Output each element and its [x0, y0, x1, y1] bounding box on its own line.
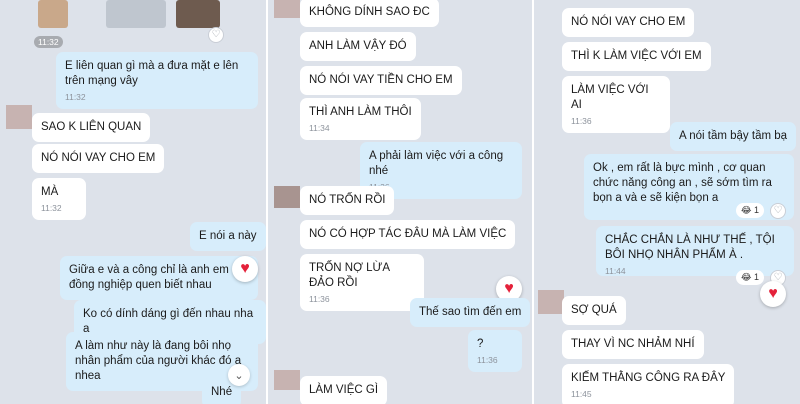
- message-text: Ko có dính dáng gì đến nhau nha a: [83, 308, 254, 335]
- message-bubble-outgoing[interactable]: A nói tầm bậy tầm bạ: [670, 122, 797, 151]
- photo-thumbnail[interactable]: [106, 0, 166, 28]
- message-text: Nhé: [211, 386, 233, 398]
- heart-reaction-icon[interactable]: ♥: [232, 256, 258, 282]
- message-bubble-incoming[interactable]: KIẾM THẰNG CÔNG RA ĐÂY 11:45: [562, 364, 735, 404]
- message-bubble-incoming[interactable]: THAY VÌ NC NHẢM NHÍ: [562, 330, 704, 359]
- avatar[interactable]: [274, 186, 300, 208]
- message-text: Thế sao tìm đến em: [419, 306, 522, 318]
- heart-glyph: ♥: [768, 285, 778, 302]
- message-time: 11:36: [571, 116, 592, 126]
- message-text: SỢ QUÁ: [571, 304, 617, 316]
- message-bubble-incoming[interactable]: THÌ K LÀM VIỆC VỚI EM: [562, 42, 711, 71]
- scroll-down-chevron-icon[interactable]: ⌄: [228, 364, 250, 386]
- chat-panel-1: 11:32 ♡ E liên quan gì mà a đưa mặt e lê…: [0, 0, 266, 404]
- avatar[interactable]: [538, 290, 564, 314]
- message-text: KHÔNG DÍNH SAO ĐC: [309, 6, 430, 18]
- message-bubble-outgoing[interactable]: E liên quan gì mà a đưa mặt e lên trên m…: [56, 52, 258, 109]
- message-text: A phải làm việc với a công nhé: [369, 150, 504, 177]
- message-text: NÓ NÓI VAY TIỀN CHO EM: [309, 74, 453, 86]
- message-time: 11:34: [309, 123, 330, 133]
- message-bubble-outgoing[interactable]: CHẮC CHẮN LÀ NHƯ THẾ , TỘI BÔI NHỌ NHÂN …: [596, 226, 794, 276]
- message-bubble-incoming[interactable]: LÀM VIỆC VỚI AI 11:36: [562, 76, 670, 133]
- message-time: 11:36: [309, 294, 330, 304]
- message-text: ANH LÀM VẬY ĐÓ: [309, 40, 407, 52]
- reaction-badge[interactable]: 😂 1: [736, 270, 765, 285]
- message-text: MÀ: [41, 186, 59, 198]
- reaction-count: 1: [754, 205, 760, 215]
- laugh-emoji-icon: 😂: [741, 272, 752, 282]
- photo-thumbnail[interactable]: [38, 0, 68, 28]
- message-bubble-incoming[interactable]: TRỐN NỢ LỪA ĐẢO RỒI 11:36: [300, 254, 424, 311]
- message-text: A làm như này là đang bôi nhọ nhân phẩm …: [75, 340, 242, 382]
- chat-panel-3: NÓ NÓI VAY CHO EM THÌ K LÀM VIỆC VỚI EM …: [534, 0, 800, 404]
- empty-heart-glyph: ♡: [211, 29, 221, 40]
- message-text: SAO K LIÊN QUAN: [41, 121, 142, 133]
- message-bubble-incoming[interactable]: NÓ CÓ HỢP TÁC ĐÂU MÀ LÀM VIỆC: [300, 220, 516, 249]
- heart-reaction-icon[interactable]: ♥: [760, 281, 786, 307]
- heart-glyph: ♥: [240, 260, 250, 277]
- message-bubble-incoming[interactable]: SỢ QUÁ: [562, 296, 626, 325]
- message-bubble-incoming[interactable]: NÓ TRỐN RỒI: [300, 186, 395, 215]
- reaction-count: 1: [754, 272, 760, 282]
- avatar[interactable]: [274, 370, 300, 390]
- message-bubble-outgoing[interactable]: E nói a này: [190, 222, 266, 251]
- reaction-heart-icon[interactable]: ♡: [208, 27, 224, 43]
- message-bubble-incoming[interactable]: ANH LÀM VẬY ĐÓ: [300, 32, 416, 61]
- message-text: Ok , em rất là bực mình , cơ quan chức n…: [593, 162, 772, 204]
- chat-panel-2: KHÔNG DÍNH SAO ĐC ANH LÀM VẬY ĐÓ NÓ NÓI …: [268, 0, 532, 404]
- reaction-heart-icon[interactable]: ♡: [770, 203, 786, 219]
- empty-heart-glyph: ♡: [773, 205, 783, 216]
- message-time: 11:36: [477, 355, 498, 365]
- reaction-badge[interactable]: 😂 1: [736, 203, 765, 218]
- message-bubble-incoming[interactable]: KHÔNG DÍNH SAO ĐC: [300, 0, 439, 27]
- photo-thumbnail[interactable]: [176, 0, 220, 28]
- message-bubble-outgoing[interactable]: Giữa e và a công chỉ là anh em đồng nghi…: [60, 256, 258, 300]
- message-time: 11:32: [65, 92, 86, 102]
- avatar[interactable]: [274, 0, 300, 18]
- photo-time: 11:32: [34, 36, 63, 48]
- message-time: 11:45: [571, 389, 592, 399]
- message-text: THÌ K LÀM VIỆC VỚI EM: [571, 50, 702, 62]
- message-text: NÓ TRỐN RỒI: [309, 194, 386, 206]
- message-bubble-incoming[interactable]: NÓ NÓI VAY CHO EM: [562, 8, 695, 37]
- message-text: ?: [477, 338, 484, 350]
- chevron-glyph: ⌄: [234, 369, 244, 382]
- heart-glyph: ♥: [504, 280, 514, 297]
- message-bubble-incoming[interactable]: THÌ ANH LÀM THÔI 11:34: [300, 98, 421, 140]
- message-text: THÌ ANH LÀM THÔI: [309, 106, 412, 118]
- laugh-emoji-icon: 😂: [741, 205, 752, 215]
- message-bubble-outgoing[interactable]: Thế sao tìm đến em: [410, 298, 531, 327]
- message-text: NÓ NÓI VAY CHO EM: [41, 152, 156, 164]
- message-bubble-incoming[interactable]: NÓ NÓI VAY TIỀN CHO EM: [300, 66, 462, 95]
- message-text: CHẮC CHẮN LÀ NHƯ THẾ , TỘI BÔI NHỌ NHÂN …: [605, 234, 775, 261]
- message-text: LÀM VIỆC VỚI AI: [571, 84, 649, 111]
- message-text: KIẾM THẰNG CÔNG RA ĐÂY: [571, 372, 726, 384]
- message-text: A nói tầm bậy tầm bạ: [679, 130, 788, 142]
- message-text: NÓ NÓI VAY CHO EM: [571, 16, 686, 28]
- message-bubble-incoming[interactable]: SAO K LIÊN QUAN: [32, 113, 151, 142]
- message-text: TRỐN NỢ LỪA ĐẢO RỒI: [309, 262, 390, 289]
- message-bubble-outgoing[interactable]: ? 11:36: [468, 330, 522, 372]
- message-text: E liên quan gì mà a đưa mặt e lên trên m…: [65, 60, 239, 87]
- message-text: E nói a này: [199, 230, 257, 242]
- message-text: LÀM VIỆC GÌ: [309, 384, 379, 396]
- message-bubble-incoming[interactable]: NÓ NÓI VAY CHO EM: [32, 144, 165, 173]
- message-text: Giữa e và a công chỉ là anh em đồng nghi…: [69, 264, 229, 291]
- message-text: THAY VÌ NC NHẢM NHÍ: [571, 338, 695, 350]
- message-bubble-incoming[interactable]: MÀ 11:32: [32, 178, 86, 220]
- message-text: NÓ CÓ HỢP TÁC ĐÂU MÀ LÀM VIỆC: [309, 228, 507, 240]
- avatar[interactable]: [6, 105, 32, 129]
- message-time: 11:32: [41, 203, 62, 213]
- message-bubble-incoming[interactable]: LÀM VIỆC GÌ: [300, 376, 388, 404]
